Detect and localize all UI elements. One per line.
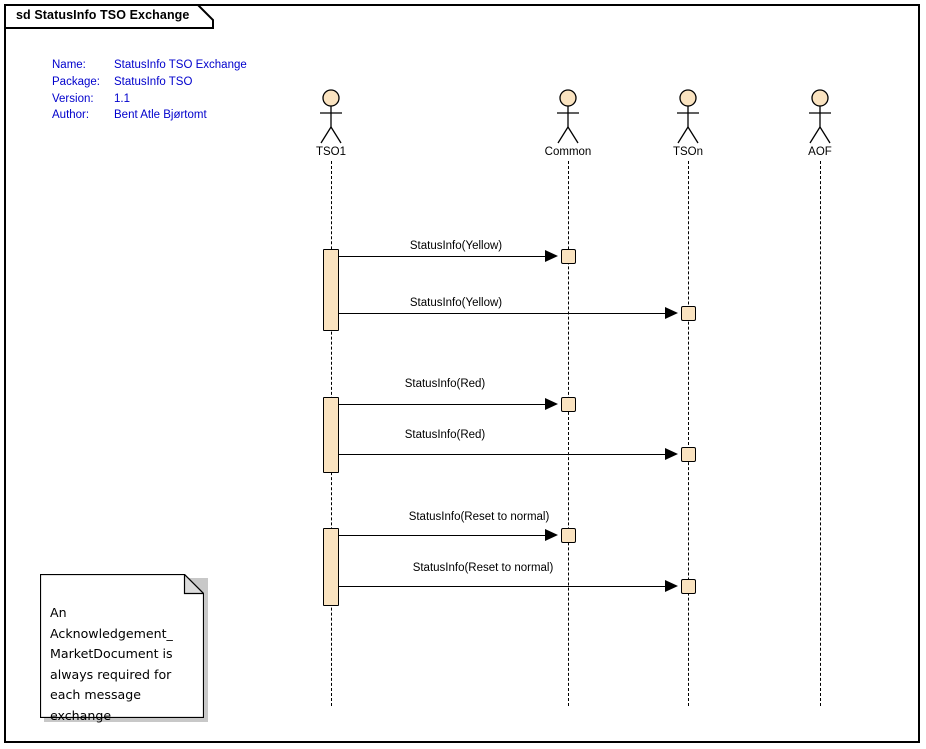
sequence-diagram-canvas: sd StatusInfo TSO Exchange Name: StatusI… xyxy=(0,0,926,749)
message-label-5: StatusInfo(Reset to normal) xyxy=(405,511,553,523)
message-line-1 xyxy=(339,256,555,257)
message-line-6 xyxy=(339,586,675,587)
message-label-1: StatusInfo(Yellow) xyxy=(406,240,506,252)
metadata-key-name: Name: xyxy=(52,59,86,71)
actor-common[interactable]: Common xyxy=(508,89,628,158)
activation-bar-tso1-yellow xyxy=(323,249,339,331)
actor-stick-figure-icon xyxy=(320,89,342,144)
message-line-5 xyxy=(339,535,555,536)
actor-tson[interactable]: TSOn xyxy=(628,89,748,158)
metadata-key-author: Author: xyxy=(52,109,90,122)
diagram-metadata: Name: StatusInfo TSO Exchange Package: S… xyxy=(52,57,247,124)
activation-bar-tso1-reset xyxy=(323,528,339,606)
actor-stick-figure-icon xyxy=(677,89,699,144)
actor-label-tson: TSOn xyxy=(672,146,704,158)
actor-stick-figure-icon xyxy=(557,89,579,144)
lifeline-aof xyxy=(820,161,821,706)
activation-bar-common-red xyxy=(561,397,576,412)
note-text: An Acknowledgement_ MarketDocument is al… xyxy=(50,605,173,723)
message-label-6: StatusInfo(Reset to normal) xyxy=(409,562,557,574)
metadata-value-name: StatusInfo TSO Exchange xyxy=(114,59,247,71)
metadata-value-package: StatusInfo TSO xyxy=(114,75,193,88)
message-arrowhead-1 xyxy=(545,250,558,262)
activation-bar-tson-reset xyxy=(681,579,696,594)
message-label-4: StatusInfo(Red) xyxy=(401,429,489,441)
message-arrowhead-4 xyxy=(665,448,678,460)
lifeline-tson xyxy=(688,161,689,706)
metadata-key-version: Version: xyxy=(52,92,94,105)
activation-bar-common-yellow xyxy=(561,249,576,264)
actor-aof[interactable]: AOF xyxy=(760,89,880,158)
metadata-value-version: 1.1 xyxy=(114,92,130,105)
message-arrowhead-5 xyxy=(545,529,558,541)
metadata-row: Author: Bent Atle Bjørtomt xyxy=(52,107,247,124)
actor-stick-figure-icon xyxy=(809,89,831,144)
activation-bar-tson-yellow xyxy=(681,306,696,321)
message-line-2 xyxy=(339,313,675,314)
metadata-value-author: Bent Atle Bjørtomt xyxy=(114,109,207,122)
metadata-row: Version: 1.1 xyxy=(52,91,247,108)
actor-label-common: Common xyxy=(544,146,592,158)
actor-tso1[interactable]: TSO1 xyxy=(271,89,391,158)
message-label-3: StatusInfo(Red) xyxy=(401,378,489,390)
message-label-2: StatusInfo(Yellow) xyxy=(406,297,506,309)
metadata-key-package: Package: xyxy=(52,75,100,88)
actor-label-tso1: TSO1 xyxy=(315,146,347,158)
message-arrowhead-2 xyxy=(665,307,678,319)
metadata-row: Package: StatusInfo TSO xyxy=(52,74,247,91)
metadata-row: Name: StatusInfo TSO Exchange xyxy=(52,57,247,74)
activation-bar-tson-red xyxy=(681,447,696,462)
note-comment: An Acknowledgement_ MarketDocument is al… xyxy=(40,574,204,723)
actor-label-aof: AOF xyxy=(808,146,832,158)
message-arrowhead-3 xyxy=(545,398,558,410)
frame-title-tab: sd StatusInfo TSO Exchange xyxy=(4,4,214,29)
message-line-4 xyxy=(339,454,675,455)
lifeline-common xyxy=(568,161,569,706)
message-line-3 xyxy=(339,404,555,405)
activation-bar-common-reset xyxy=(561,528,576,543)
activation-bar-tso1-red xyxy=(323,397,339,473)
frame-title-label: sd StatusInfo TSO Exchange xyxy=(16,8,190,22)
message-arrowhead-6 xyxy=(665,580,678,592)
